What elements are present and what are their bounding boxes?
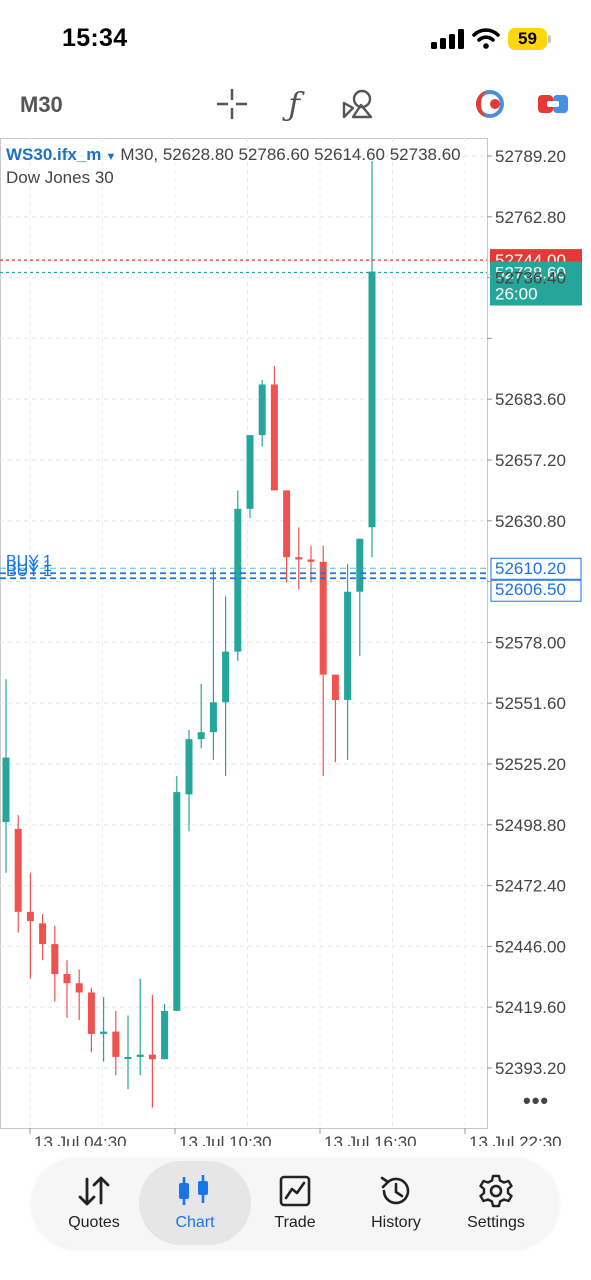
chart-toolbar: M30 ƒ xyxy=(0,78,591,136)
nav-history[interactable]: History xyxy=(346,1158,446,1248)
nav-trade-label: Trade xyxy=(274,1214,316,1231)
nav-quotes[interactable]: Quotes xyxy=(44,1158,144,1248)
time-axis-label: 13 Jul 16:30 xyxy=(324,1133,417,1146)
chart-symbol-info: WS30.ifx_m ▼ M30, 52628.80 52786.60 52614.… xyxy=(6,145,461,165)
candle-body xyxy=(283,490,291,558)
price-axis-label: 52446.00 xyxy=(495,937,566,956)
candle-body xyxy=(14,828,22,912)
candle-body xyxy=(209,702,217,733)
candle-body xyxy=(161,1010,169,1060)
candle-body xyxy=(148,1054,156,1060)
nav-chart-label: Chart xyxy=(175,1214,215,1231)
candle-body xyxy=(75,983,83,993)
candle-body xyxy=(222,651,230,703)
timeframe-button[interactable]: M30 xyxy=(20,92,63,118)
bottom-navigation: Quotes Chart Trade History Settings xyxy=(32,1158,558,1248)
price-axis-label: 52525.20 xyxy=(495,755,566,774)
more-options-icon[interactable]: ••• xyxy=(523,1088,549,1114)
battery-level: 59 xyxy=(518,29,537,48)
quotes-arrows-icon xyxy=(74,1173,114,1209)
nav-history-label: History xyxy=(371,1214,421,1231)
nav-settings[interactable]: Settings xyxy=(446,1158,546,1248)
candle-body xyxy=(368,271,376,528)
price-axis-label: 52762.80 xyxy=(495,208,566,227)
candle-body xyxy=(234,508,242,652)
candle-body xyxy=(197,732,205,740)
time-axis-label: 13 Jul 10:30 xyxy=(179,1133,272,1146)
candle-body xyxy=(39,923,47,945)
crosshair-icon[interactable] xyxy=(214,86,250,122)
symbol-name[interactable]: WS30.ifx_m xyxy=(6,145,101,164)
history-clock-icon xyxy=(376,1173,416,1209)
candle-body xyxy=(2,757,10,823)
chart-frame xyxy=(0,138,488,1129)
nav-quotes-label: Quotes xyxy=(68,1214,120,1231)
trade-panel-icon[interactable] xyxy=(535,86,571,122)
candle-body xyxy=(331,674,339,700)
price-axis-label: 52578.00 xyxy=(495,633,566,652)
price-axis-label: 52657.20 xyxy=(495,451,566,470)
ohlc-values: M30, 52628.80 52786.60 52614.60 52738.60 xyxy=(120,145,461,164)
status-time: 15:34 xyxy=(62,24,128,52)
price-chart[interactable]: 52744.00 52738.60 26:00 BUY 1 BUY 1 BUY 1 5260… xyxy=(0,136,591,1146)
price-axis-label: 52419.60 xyxy=(495,998,566,1017)
candle-body xyxy=(185,739,193,795)
order-price-label-back: 52606.50 xyxy=(495,580,566,599)
symbol-dropdown-icon[interactable]: ▼ xyxy=(105,151,116,163)
order-price-label: 52610.20 xyxy=(495,559,566,578)
chart-canvas[interactable]: 52744.0052738.6026:00BUY 1BUY 1BUY 15260… xyxy=(0,136,591,1146)
instrument-description: Dow Jones 30 xyxy=(6,168,114,187)
candle-body xyxy=(295,557,303,560)
nav-settings-label: Settings xyxy=(467,1214,525,1231)
status-bar: 15:34 59 xyxy=(0,0,591,78)
drawing-objects-icon[interactable] xyxy=(340,86,376,122)
candle-body xyxy=(173,792,181,1011)
candle-body xyxy=(63,974,71,984)
time-axis-label: 13 Jul 22:30 xyxy=(469,1133,562,1146)
candle-body xyxy=(270,384,278,491)
price-axis-label: 52551.60 xyxy=(495,694,566,713)
candle-body xyxy=(307,559,315,562)
candle-body xyxy=(356,538,364,592)
wifi-icon xyxy=(472,28,500,49)
price-axis-label: 52472.40 xyxy=(495,877,566,896)
candle-body xyxy=(246,435,254,509)
candle-body xyxy=(258,384,266,436)
candle-body xyxy=(112,1031,120,1057)
price-axis-label: 52630.80 xyxy=(495,512,566,531)
price-axis-label: 52393.20 xyxy=(495,1059,566,1078)
price-axis-label: 52789.20 xyxy=(495,147,566,166)
nav-chart[interactable]: Chart xyxy=(139,1161,251,1245)
candle-body xyxy=(26,911,34,922)
cellular-signal-icon xyxy=(431,29,464,49)
candlestick-chart-icon xyxy=(175,1173,215,1209)
price-axis-label: 52498.80 xyxy=(495,816,566,835)
candle-body xyxy=(124,1056,132,1059)
one-click-trading-icon[interactable] xyxy=(472,86,508,122)
buy-order-label[interactable]: BUY 1 xyxy=(6,563,52,580)
nav-trade[interactable]: Trade xyxy=(245,1158,345,1248)
price-axis-label: 52683.60 xyxy=(495,390,566,409)
price-axis-label: 52736.40 xyxy=(495,269,566,288)
candle-body xyxy=(51,944,59,975)
candle-body xyxy=(344,591,352,700)
indicators-function-icon[interactable]: ƒ xyxy=(276,85,312,123)
candle-body xyxy=(87,992,95,1034)
candle-body xyxy=(100,1031,108,1034)
trade-chart-icon xyxy=(275,1173,315,1209)
battery-indicator: 59 xyxy=(508,28,552,50)
settings-gear-icon xyxy=(476,1173,516,1209)
candle-body xyxy=(136,1054,144,1057)
time-axis-label: 13 Jul 04:30 xyxy=(34,1133,127,1146)
